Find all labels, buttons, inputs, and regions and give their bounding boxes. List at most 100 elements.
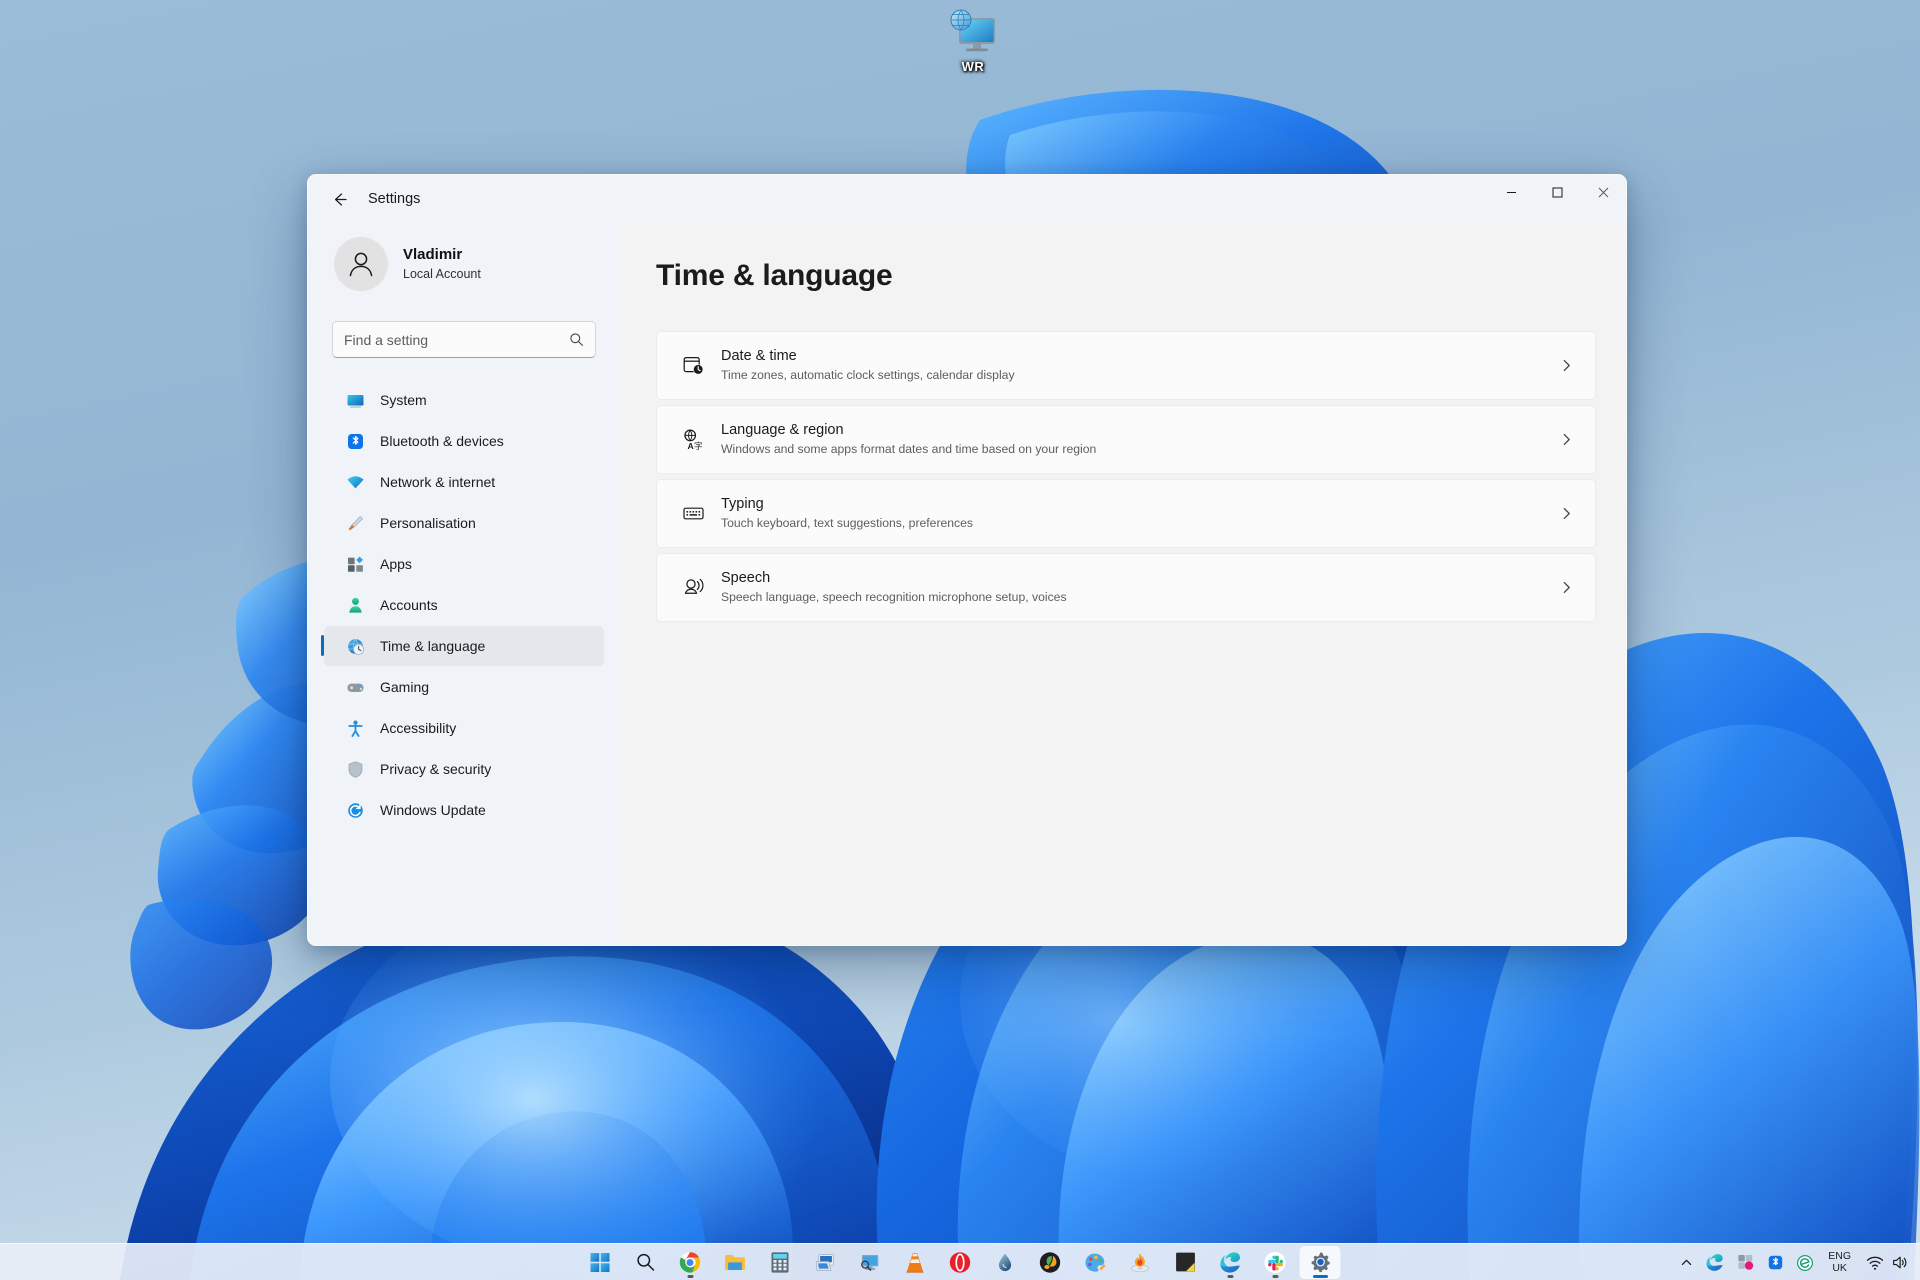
sidebar-item-label: Network & internet	[380, 474, 495, 490]
keyboard-icon	[678, 502, 708, 525]
chevron-right-icon[interactable]	[1555, 433, 1577, 446]
search-button[interactable]	[625, 1246, 666, 1279]
wifi-icon	[345, 472, 365, 492]
vlc-button[interactable]	[895, 1246, 936, 1279]
sidebar-nav: System Bluetooth & devices	[324, 380, 604, 830]
slack-icon	[1264, 1251, 1287, 1274]
chevron-up-icon	[1680, 1256, 1693, 1269]
slack-button[interactable]	[1255, 1246, 1296, 1279]
sidebar-item-label: Accessibility	[380, 720, 456, 736]
sidebar-item-apps[interactable]: Apps	[324, 544, 604, 584]
clock-globe-icon	[345, 636, 365, 656]
avatar	[334, 237, 388, 291]
vlc-cone-icon	[905, 1251, 926, 1274]
card-typing[interactable]: Typing Touch keyboard, text suggestions,…	[656, 479, 1596, 548]
window-titlebar[interactable]: Settings	[308, 175, 1626, 223]
chevron-right-icon[interactable]	[1555, 507, 1577, 520]
bluetooth-icon	[1767, 1254, 1784, 1271]
sidebar-item-accounts[interactable]: Accounts	[324, 585, 604, 625]
chrome-button[interactable]	[670, 1246, 711, 1279]
tray-green-e[interactable]	[1791, 1247, 1819, 1278]
sidebar-item-accessibility[interactable]: Accessibility	[324, 708, 604, 748]
opera-icon	[949, 1251, 972, 1274]
update-icon	[345, 800, 365, 820]
burn-app-button[interactable]	[1120, 1246, 1161, 1279]
speech-voice-icon	[678, 576, 708, 599]
gamepad-icon	[345, 677, 365, 697]
close-icon	[1598, 187, 1609, 198]
sidebar-item-label: Accounts	[380, 597, 438, 613]
network-volume-button[interactable]	[1860, 1247, 1916, 1278]
card-title: Language & region	[721, 420, 1555, 440]
settings-card-list: Date & time Time zones, automatic clock …	[656, 331, 1596, 622]
minimize-button[interactable]	[1488, 175, 1534, 209]
settings-button[interactable]	[1300, 1246, 1341, 1279]
maximize-button[interactable]	[1534, 175, 1580, 209]
droplet-app-button[interactable]	[985, 1246, 1026, 1279]
account-card[interactable]: Vladimir Local Account	[324, 223, 604, 295]
tray-bluetooth[interactable]	[1762, 1247, 1789, 1278]
screen-search-icon	[859, 1251, 882, 1274]
language-indicator[interactable]: ENG UK	[1821, 1247, 1858, 1278]
card-date-time[interactable]: Date & time Time zones, automatic clock …	[656, 331, 1596, 400]
sidebar-item-personalisation[interactable]: Personalisation	[324, 503, 604, 543]
sidebar-item-label: Bluetooth & devices	[380, 433, 504, 449]
card-language-region[interactable]: A 字 Language & region Windows and some a…	[656, 405, 1596, 474]
gear-icon	[1309, 1251, 1331, 1273]
screen-magnifier-button[interactable]	[850, 1246, 891, 1279]
tray-app[interactable]	[1731, 1247, 1760, 1278]
svg-text:A: A	[687, 441, 693, 451]
window-title: Settings	[368, 191, 420, 207]
chevron-right-icon[interactable]	[1555, 359, 1577, 372]
chrome-icon	[679, 1251, 702, 1274]
sidebar-item-label: System	[380, 392, 427, 408]
taskbar[interactable]: ENG UK	[0, 1243, 1920, 1280]
sidebar-item-bluetooth-devices[interactable]: Bluetooth & devices	[324, 421, 604, 461]
close-button[interactable]	[1580, 175, 1626, 209]
sidebar-item-privacy-security[interactable]: Privacy & security	[324, 749, 604, 789]
desktop[interactable]: WR Settings	[0, 0, 1920, 1280]
photo-viewer-button[interactable]	[805, 1246, 846, 1279]
tray-overflow-button[interactable]	[1675, 1247, 1698, 1278]
green-e-circle-icon	[1796, 1254, 1814, 1272]
settings-window[interactable]: Settings	[307, 174, 1627, 946]
sidebar-item-label: Time & language	[380, 638, 485, 654]
search-input[interactable]	[344, 332, 569, 348]
search-box[interactable]	[332, 321, 596, 358]
sidebar-item-label: Privacy & security	[380, 761, 491, 777]
file-explorer-button[interactable]	[715, 1246, 756, 1279]
back-button[interactable]	[322, 184, 356, 214]
window-controls	[1488, 175, 1626, 223]
search-icon	[569, 332, 584, 347]
card-subtitle: Speech language, speech recognition micr…	[721, 589, 1555, 607]
page-title: Time & language	[656, 259, 1596, 293]
sidebar-item-label: Windows Update	[380, 802, 486, 818]
running-indicator	[1272, 1275, 1278, 1278]
account-name: Vladimir	[403, 245, 481, 265]
tray-edge[interactable]	[1700, 1247, 1729, 1278]
card-speech[interactable]: Speech Speech language, speech recogniti…	[656, 553, 1596, 622]
opera-button[interactable]	[940, 1246, 981, 1279]
calculator-button[interactable]	[760, 1246, 801, 1279]
edge-icon	[1705, 1253, 1724, 1272]
back-arrow-icon	[331, 191, 348, 208]
paint-button[interactable]	[1075, 1246, 1116, 1279]
sidebar-item-gaming[interactable]: Gaming	[324, 667, 604, 707]
sidebar-item-windows-update[interactable]: Windows Update	[324, 790, 604, 830]
desktop-shortcut-wr[interactable]: WR	[930, 8, 1016, 74]
edge-button[interactable]	[1210, 1246, 1251, 1279]
notepad-button[interactable]	[1165, 1246, 1206, 1279]
sidebar-item-system[interactable]: System	[324, 380, 604, 420]
sidebar-item-time-language[interactable]: Time & language	[324, 626, 604, 666]
minimize-icon	[1506, 187, 1517, 198]
paintbrush-icon	[345, 513, 365, 533]
fl-studio-icon	[1039, 1251, 1062, 1274]
chevron-right-icon[interactable]	[1555, 581, 1577, 594]
card-subtitle: Time zones, automatic clock settings, ca…	[721, 367, 1555, 385]
start-button[interactable]	[580, 1246, 621, 1279]
water-drop-icon	[995, 1251, 1016, 1274]
sidebar-item-network-internet[interactable]: Network & internet	[324, 462, 604, 502]
fl-studio-button[interactable]	[1030, 1246, 1071, 1279]
monitor-globe-icon	[946, 8, 1000, 56]
edge-icon	[1219, 1251, 1242, 1274]
